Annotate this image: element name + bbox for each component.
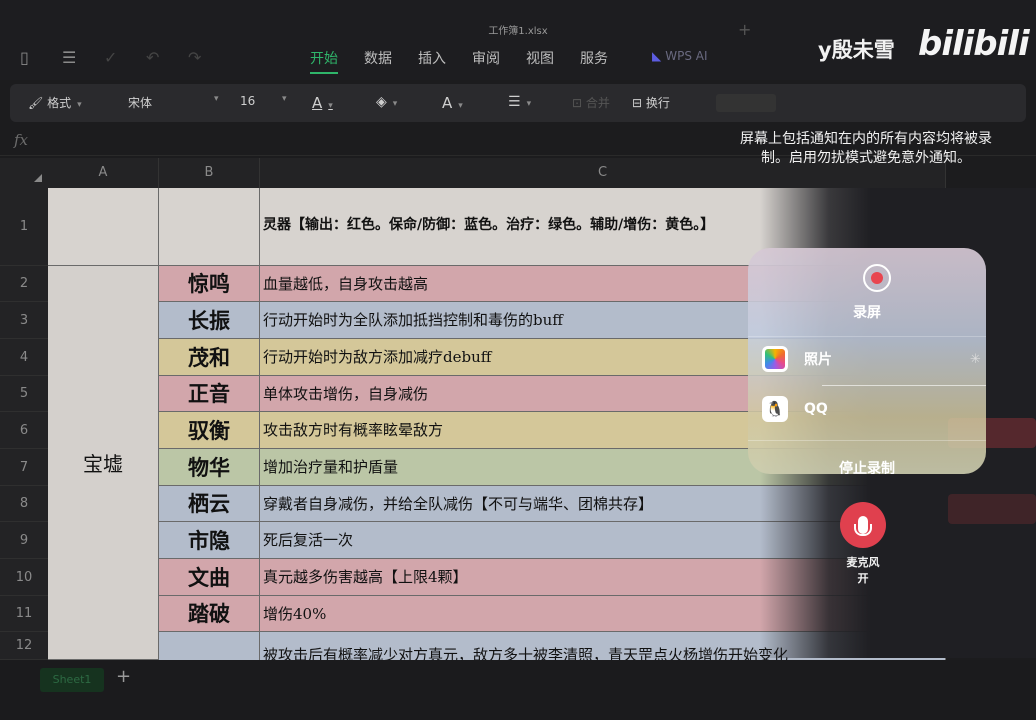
row-header[interactable]: 3 (0, 302, 48, 339)
wrap-text-button[interactable]: ⊟ 换行 (632, 94, 670, 111)
chevron-down-icon: ▾ (282, 94, 287, 104)
paint-bucket-icon: ◈ (376, 94, 387, 110)
wps-ai-logo-icon: ◣ (652, 49, 662, 63)
row-header[interactable]: 2 (0, 266, 48, 302)
record-label: 录屏 (853, 305, 881, 321)
microphone-button[interactable] (840, 502, 886, 548)
divider (748, 336, 986, 337)
qq-penguin-icon: 🐧 (762, 396, 788, 422)
row-header[interactable]: 9 (0, 522, 48, 559)
sheet-tab[interactable]: Sheet1 (40, 668, 104, 692)
cell-a-merged[interactable]: 宝墟 (48, 266, 159, 660)
cell-name[interactable]: 茂和 (159, 339, 260, 376)
add-sheet-icon[interactable]: + (116, 666, 131, 687)
chevron-down-icon: ▾ (328, 101, 333, 111)
chevron-down-icon: ▾ (458, 101, 463, 111)
cell-name[interactable]: 市隐 (159, 522, 260, 559)
font-name-select[interactable]: 宋体 ▾ (128, 94, 219, 111)
merge-button[interactable]: ⊡ 合并 (572, 94, 610, 111)
column-header-b[interactable]: B (159, 158, 260, 188)
font-style-button[interactable]: A ▾ (442, 94, 463, 112)
new-tab-icon[interactable]: + (738, 20, 751, 39)
cell-name[interactable]: 物华 (159, 449, 260, 486)
chevron-down-icon: ▾ (392, 99, 398, 109)
cell-name[interactable]: 长振 (159, 302, 260, 339)
row-header[interactable]: 5 (0, 376, 48, 412)
row-header[interactable]: 8 (0, 486, 48, 522)
stop-recording-button[interactable]: 停止录制 (748, 458, 986, 474)
row-header[interactable]: 10 (0, 559, 48, 596)
loading-spinner-icon: ✳ (970, 352, 981, 367)
divider (822, 385, 986, 386)
screen-recording-panel: 录屏 照片 🐧 QQ 停止录制 (748, 248, 986, 474)
wps-ai-button[interactable]: ◣ WPS AI (652, 49, 708, 63)
row-header[interactable]: 4 (0, 339, 48, 376)
app-option-photos[interactable]: 照片 (762, 346, 832, 372)
row-header[interactable]: 11 (0, 596, 48, 632)
cell-name[interactable]: 踏破 (159, 596, 260, 632)
row-header[interactable]: 6 (0, 412, 48, 449)
merge-icon: ⊡ (572, 96, 583, 110)
tab-review[interactable]: 审阅 (472, 48, 500, 74)
brush-icon: 🖌 (28, 96, 44, 110)
app-option-qq[interactable]: 🐧 QQ (762, 396, 828, 422)
column-header-a[interactable]: A (48, 158, 159, 188)
wps-ai-label: WPS AI (665, 49, 708, 63)
microphone-label: 麦克风 开 (846, 556, 880, 585)
cell-name[interactable]: 惊鸣 (159, 266, 260, 302)
menu-icon[interactable]: ☰ (62, 48, 76, 67)
chevron-down-icon: ▾ (214, 94, 219, 104)
cell-a1[interactable] (48, 188, 159, 266)
blurred-cell (948, 494, 1036, 524)
cell-name[interactable]: 正音 (159, 376, 260, 412)
tab-home[interactable]: 开始 (310, 48, 338, 74)
cell-name[interactable]: 栖云 (159, 486, 260, 522)
redo-icon[interactable]: ↷ (188, 48, 201, 67)
chevron-down-icon: ▾ (77, 100, 82, 110)
formatting-toolbar: 🖌 格式 ▾ 宋体 ▾ 16 ▾ A ▾ ◈ ▾ A ▾ ☰ ▾ ⊡ 合并 ⊟ 换行 (10, 84, 1026, 122)
check-icon[interactable]: ✓ (104, 48, 117, 67)
bilibili-logo: bilibili (918, 24, 1030, 64)
tab-service[interactable]: 服务 (580, 48, 608, 74)
row-header[interactable]: 12 (0, 632, 48, 660)
sheet-tab-bar: Sheet1 + (0, 660, 1036, 720)
title-bar: 工作簿1.xlsx + ▯ ☰ ✓ ↶ ↷ 开始 数据 插入 审阅 视图 服务 … (0, 0, 1036, 80)
cell-name[interactable]: 文曲 (159, 559, 260, 596)
row-header[interactable]: 1 (0, 188, 48, 266)
sidebar-toggle-icon[interactable]: ▯ (20, 48, 29, 67)
row-header[interactable]: 7 (0, 449, 48, 486)
ribbon-tabs: 开始 数据 插入 审阅 视图 服务 (310, 48, 608, 74)
tab-view[interactable]: 视图 (526, 48, 554, 74)
toolbar-placeholder (716, 94, 776, 112)
format-painter-button[interactable]: 🖌 格式 ▾ (28, 94, 82, 111)
font-size-select[interactable]: 16 ▾ (240, 94, 290, 108)
photos-icon (762, 346, 788, 372)
divider (748, 440, 986, 441)
recording-notice: 屏幕上包括通知在内的所有内容均将被录制。启用勿扰模式避免意外通知。 (740, 131, 992, 166)
tab-insert[interactable]: 插入 (418, 48, 446, 74)
align-button[interactable]: ☰ ▾ (508, 94, 531, 110)
select-all-corner[interactable] (0, 158, 48, 188)
record-icon[interactable] (863, 264, 891, 292)
wrap-icon: ⊟ (632, 96, 643, 110)
uploader-watermark: y殷未雪 (818, 38, 895, 62)
fill-color-button[interactable]: ◈ ▾ (376, 94, 397, 110)
fx-icon: fx (14, 131, 29, 149)
tab-data[interactable]: 数据 (364, 48, 392, 74)
cell-name[interactable]: 驭衡 (159, 412, 260, 449)
undo-icon[interactable]: ↶ (146, 48, 159, 67)
chevron-down-icon: ▾ (526, 99, 532, 109)
microphone-icon (854, 516, 872, 536)
cell-b1[interactable] (159, 188, 260, 266)
align-icon: ☰ (508, 94, 521, 110)
text-color-button[interactable]: A ▾ (312, 94, 333, 112)
